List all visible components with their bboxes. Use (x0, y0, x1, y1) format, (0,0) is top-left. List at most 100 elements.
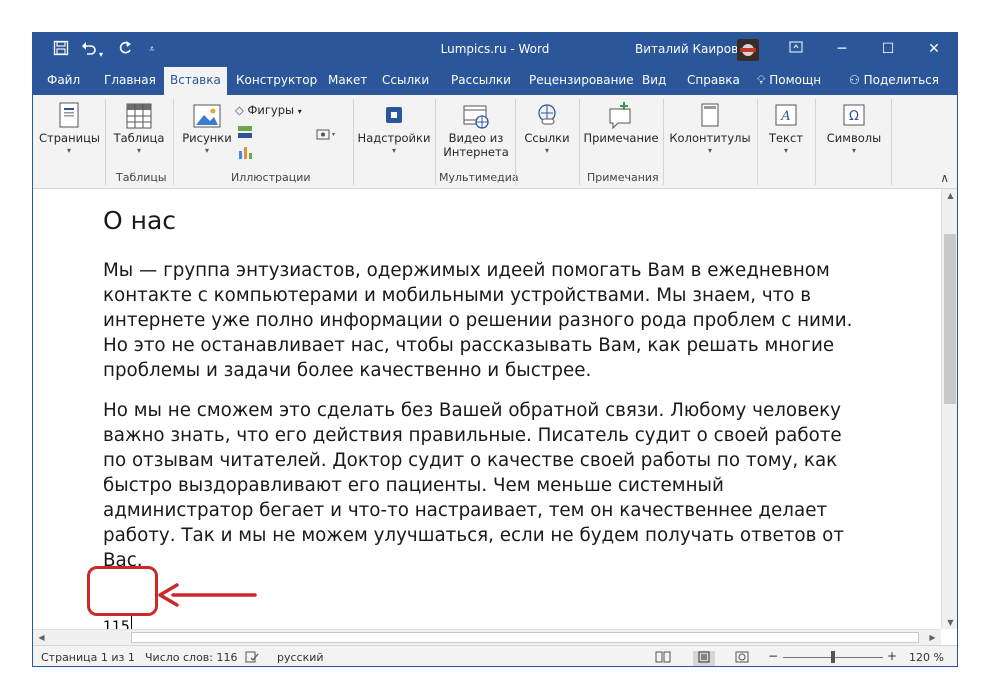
redo-icon[interactable] (117, 40, 133, 62)
store-icon (386, 107, 402, 123)
group-comments-label: Примечания (587, 171, 659, 184)
shapes-button[interactable]: ◇ Фигуры ▾ (235, 103, 315, 117)
page-count[interactable]: Страница 1 из 1 (41, 651, 135, 664)
links-label: Ссылки (524, 131, 570, 145)
text-button[interactable]: A Текст ▾ (761, 101, 811, 156)
table-button[interactable]: Таблица ▾ (109, 101, 169, 156)
pages-label: Страницы (39, 131, 100, 145)
pages-button[interactable]: Страницы ▾ (39, 101, 100, 156)
addins-label: Надстройки (357, 131, 431, 145)
ribbon-tabs: Файл Главная Вставка Конструктор Макет С… (33, 67, 957, 95)
table-label: Таблица (113, 131, 165, 145)
tell-me-label: Помощн (769, 73, 822, 87)
print-layout-icon[interactable] (693, 651, 715, 666)
pictures-button[interactable]: Рисунки ▾ (179, 101, 235, 156)
share-label: Поделиться (863, 73, 939, 87)
pointer-arrow-icon (158, 583, 257, 607)
zoom-in-icon[interactable]: + (887, 649, 897, 663)
maximize-icon[interactable]: ☐ (865, 33, 911, 65)
online-video-label: Видео из Интернета (443, 131, 509, 159)
header-footer-button[interactable]: Колонтитулы ▾ (667, 101, 753, 156)
document-page[interactable]: О нас Мы — группа энтузиастов, одержимых… (103, 205, 863, 588)
scroll-down-icon[interactable]: ▼ (942, 618, 957, 627)
person-icon: ⚇ (849, 73, 860, 87)
title-bar: ▾ ⩡ Lumpics.ru - Word Виталий Каиров ─ ☐… (33, 33, 957, 67)
typed-number-line[interactable]: 115 (103, 616, 132, 629)
avatar[interactable] (737, 39, 759, 61)
paragraph: Мы — группа энтузиастов, одержимых идеей… (103, 260, 853, 381)
zoom-out-icon[interactable]: − (768, 649, 778, 663)
tab-help[interactable]: Справка (681, 67, 746, 95)
zoom-level[interactable]: 120 % (909, 651, 944, 664)
proofing-icon[interactable] (245, 651, 259, 666)
highlight-box (87, 566, 158, 616)
screenshot-icon[interactable] (313, 127, 341, 144)
undo-dropdown-icon[interactable]: ▾ (99, 45, 103, 65)
group-illustrations-label: Иллюстрации (231, 171, 311, 184)
zoom-slider-thumb[interactable] (831, 651, 835, 663)
svg-text:A: A (780, 109, 790, 124)
comment-button[interactable]: Примечание (583, 101, 659, 146)
smartart-icon[interactable] (235, 125, 255, 142)
horizontal-scroll-thumb[interactable] (131, 632, 919, 643)
text-label: Текст (768, 131, 804, 145)
pictures-label: Рисунки (182, 131, 232, 145)
header-footer-label: Колонтитулы (669, 131, 751, 145)
lightbulb-icon: 💡︎ (757, 73, 766, 87)
link-icon (538, 104, 556, 125)
share-button[interactable]: ⚇ Поделиться (843, 67, 945, 95)
collapse-ribbon-icon[interactable]: ∧ (940, 171, 949, 185)
tell-me[interactable]: 💡︎ Помощн (751, 67, 827, 95)
vertical-scrollbar[interactable]: ▲ ▼ (941, 189, 957, 629)
language[interactable]: русский (277, 651, 324, 664)
save-icon[interactable] (53, 40, 69, 62)
ribbon: Страницы ▾ Таблица ▾ Таблицы Рисунки ▾ ◇… (33, 95, 957, 189)
undo-icon[interactable] (81, 40, 97, 62)
status-bar: Страница 1 из 1 Число слов: 116 русский … (33, 645, 957, 666)
vertical-scroll-thumb[interactable] (944, 234, 956, 404)
customize-qat-icon[interactable]: ⩡ (149, 40, 155, 60)
read-mode-icon[interactable] (655, 651, 671, 666)
tab-file[interactable]: Файл (41, 67, 86, 95)
tab-references[interactable]: Ссылки (376, 67, 435, 95)
svg-text:Ω: Ω (849, 109, 859, 124)
group-media-label: Мультимедиа (439, 171, 519, 184)
word-window: ▾ ⩡ Lumpics.ru - Word Виталий Каиров ─ ☐… (32, 32, 958, 667)
header-footer-icon (701, 103, 719, 127)
user-name[interactable]: Виталий Каиров (635, 42, 738, 56)
typed-number: 115 (103, 619, 130, 629)
ribbon-display-icon[interactable] (773, 33, 819, 65)
chart-icon[interactable] (235, 145, 255, 162)
scroll-right-icon[interactable]: ▶ (924, 633, 941, 642)
text-box-icon: A (775, 104, 797, 126)
new-comment-icon (609, 102, 631, 130)
online-video-button[interactable]: Видео из Интернета (439, 101, 513, 159)
tab-review[interactable]: Рецензирование (523, 67, 640, 95)
document-area[interactable]: О нас Мы — группа энтузиастов, одержимых… (33, 189, 941, 629)
tab-mailings[interactable]: Рассылки (445, 67, 517, 95)
pages-icon (59, 102, 79, 128)
close-icon[interactable]: ✕ (911, 33, 957, 65)
table-icon (126, 103, 152, 129)
tab-home[interactable]: Главная (98, 67, 162, 95)
horizontal-scrollbar[interactable]: ◀ ▶ (33, 629, 941, 645)
document-heading: О нас (103, 206, 177, 235)
tab-layout[interactable]: Макет (322, 67, 373, 95)
word-count[interactable]: Число слов: 116 (145, 651, 238, 664)
omega-icon: Ω (843, 104, 865, 126)
scroll-up-icon[interactable]: ▲ (942, 191, 957, 200)
symbols-button[interactable]: Ω Символы ▾ (819, 101, 889, 156)
shapes-icon: ◇ (235, 103, 244, 117)
minimize-icon[interactable]: ─ (819, 33, 865, 65)
tab-design[interactable]: Конструктор (230, 67, 323, 95)
addins-button[interactable]: Надстройки ▾ (357, 101, 431, 156)
paragraph: Но мы не сможем это сделать без Вашей об… (103, 400, 845, 571)
links-button[interactable]: Ссылки ▾ (519, 101, 575, 156)
symbols-label: Символы (826, 131, 882, 145)
web-layout-icon[interactable] (735, 651, 749, 666)
scroll-left-icon[interactable]: ◀ (33, 633, 50, 642)
group-tables-label: Таблицы (116, 171, 167, 184)
picture-icon (193, 104, 221, 128)
tab-insert[interactable]: Вставка (164, 67, 227, 95)
tab-view[interactable]: Вид (636, 67, 672, 95)
